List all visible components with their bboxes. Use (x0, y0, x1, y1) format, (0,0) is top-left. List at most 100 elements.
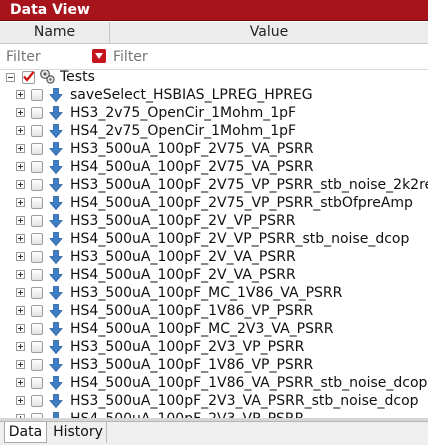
row-checkbox[interactable] (31, 287, 43, 299)
row-checkbox[interactable] (31, 251, 43, 263)
tree-row[interactable]: HS4_500uA_100pF_1V86_VA_PSRR_stb_noise_d… (0, 374, 428, 392)
down-arrow-icon (49, 196, 63, 211)
tree-row[interactable]: HS3_500uA_100pF_2V3_VP_PSRR (0, 338, 428, 356)
tree-item-label: HS3_2v75_OpenCir_1Mohm_1pF (70, 105, 297, 121)
expand-icon[interactable] (16, 270, 25, 279)
tree-row[interactable]: HS4_500uA_100pF_2V_VP_PSRR_stb_noise_dco… (0, 230, 428, 248)
filter-row (0, 45, 428, 70)
expand-icon[interactable] (16, 180, 25, 189)
row-checkbox[interactable] (31, 125, 43, 137)
tree-row[interactable]: HS3_500uA_100pF_2V_VA_PSRR (0, 248, 428, 266)
tree-root-row[interactable]: Tests (0, 70, 428, 86)
tree-item-label: HS3_500uA_100pF_2V3_VP_PSRR (70, 339, 305, 355)
filter-dropdown-icon[interactable] (92, 49, 106, 63)
expand-icon[interactable] (16, 360, 25, 369)
down-arrow-icon (49, 88, 63, 103)
name-filter-input[interactable] (2, 48, 90, 66)
tab-data[interactable]: Data (4, 422, 47, 443)
down-arrow-icon (49, 304, 63, 319)
row-checkbox[interactable] (31, 179, 43, 191)
tree-row[interactable]: HS4_500uA_100pF_MC_2V3_VA_PSRR (0, 320, 428, 338)
expand-icon[interactable] (16, 396, 25, 405)
expand-icon[interactable] (16, 108, 25, 117)
expand-icon[interactable] (16, 342, 25, 351)
down-arrow-icon (49, 286, 63, 301)
column-header-value[interactable]: Value (110, 22, 428, 43)
bottom-tab-bar: Data History (0, 421, 428, 445)
tree-row[interactable]: HS3_500uA_100pF_2V_VP_PSRR (0, 212, 428, 230)
tree-item-label: HS3_500uA_100pF_2V_VP_PSRR (70, 213, 296, 229)
row-checkbox[interactable] (31, 233, 43, 245)
expand-icon[interactable] (16, 216, 25, 225)
tab-history[interactable]: History (50, 422, 107, 443)
expand-icon[interactable] (16, 252, 25, 261)
tree-item-label: saveSelect_HSBIAS_LPREG_HPREG (70, 87, 313, 103)
tree-item-label: HS4_500uA_100pF_2V3_VP_PSRR (70, 410, 304, 418)
window-title: Data View (0, 0, 428, 21)
expand-icon[interactable] (16, 126, 25, 135)
expand-icon[interactable] (16, 378, 25, 387)
tree-item-label: HS3_500uA_100pF_MC_1V86_VA_PSRR (70, 285, 343, 301)
down-arrow-icon (49, 214, 63, 229)
tree-item-label: HS4_500uA_100pF_1V86_VA_PSRR_stb_noise_d… (70, 375, 428, 391)
down-arrow-icon (49, 106, 63, 121)
tree-row[interactable]: HS4_2v75_OpenCir_1Mohm_1pF (0, 122, 428, 140)
expand-icon[interactable] (16, 90, 25, 99)
expand-icon[interactable] (16, 324, 25, 333)
row-checkbox[interactable] (31, 341, 43, 353)
tree-item-label: HS3_500uA_100pF_2V75_VA_PSRR (70, 141, 314, 157)
row-checkbox[interactable] (31, 377, 43, 389)
tree-item-label: HS3_500uA_100pF_2V_VA_PSRR (70, 249, 296, 265)
tree-row[interactable]: HS3_500uA_100pF_MC_1V86_VA_PSRR (0, 284, 428, 302)
row-checkbox[interactable] (31, 395, 43, 407)
collapse-icon[interactable] (6, 73, 15, 82)
tree-item-label: HS3_500uA_100pF_2V75_VP_PSRR_stb_noise_2… (70, 177, 428, 193)
tree-row[interactable]: saveSelect_HSBIAS_LPREG_HPREG (0, 86, 428, 104)
down-arrow-icon (49, 160, 63, 175)
tree-item-label: HS3_500uA_100pF_1V86_VP_PSRR (70, 357, 314, 373)
row-checkbox[interactable] (31, 305, 43, 317)
down-arrow-icon (49, 394, 63, 409)
column-header-name[interactable]: Name (0, 22, 110, 43)
down-arrow-icon (49, 322, 63, 337)
row-checkbox[interactable] (31, 143, 43, 155)
tree-row[interactable]: HS4_500uA_100pF_2V75_VA_PSRR (0, 158, 428, 176)
expand-icon[interactable] (16, 288, 25, 297)
tree-row[interactable]: HS4_500uA_100pF_2V3_VP_PSRR (0, 410, 428, 418)
tree-row[interactable]: HS4_500uA_100pF_2V75_VP_PSRR_stbOfpreAmp (0, 194, 428, 212)
tree-row[interactable]: HS3_500uA_100pF_1V86_VP_PSRR (0, 356, 428, 374)
expand-icon[interactable] (16, 144, 25, 153)
tree-row[interactable]: HS3_500uA_100pF_2V3_VA_PSRR_stb_noise_dc… (0, 392, 428, 410)
down-arrow-icon (49, 250, 63, 265)
tree-row[interactable]: HS3_500uA_100pF_2V75_VP_PSRR_stb_noise_2… (0, 176, 428, 194)
expand-icon[interactable] (16, 198, 25, 207)
tree-row[interactable]: HS3_2v75_OpenCir_1Mohm_1pF (0, 104, 428, 122)
down-arrow-icon (49, 178, 63, 193)
row-checkbox[interactable] (31, 197, 43, 209)
tree-row[interactable]: HS4_500uA_100pF_1V86_VP_PSRR (0, 302, 428, 320)
expand-icon[interactable] (16, 162, 25, 171)
tree-item-label: HS4_500uA_100pF_2V_VA_PSRR (70, 267, 296, 283)
expand-icon[interactable] (16, 306, 25, 315)
column-header: Name Value (0, 22, 428, 44)
tree-item-label: HS4_2v75_OpenCir_1Mohm_1pF (70, 123, 297, 139)
row-checkbox[interactable] (31, 323, 43, 335)
root-checkbox[interactable] (22, 71, 35, 84)
value-filter-input[interactable] (109, 48, 409, 66)
row-checkbox[interactable] (31, 359, 43, 371)
row-checkbox[interactable] (31, 107, 43, 119)
expand-icon[interactable] (16, 234, 25, 243)
row-checkbox[interactable] (31, 89, 43, 101)
down-arrow-icon (49, 376, 63, 391)
tree-item-label: HS4_500uA_100pF_MC_2V3_VA_PSRR (70, 321, 334, 337)
tree-item-label: HS4_500uA_100pF_2V_VP_PSRR_stb_noise_dco… (70, 231, 410, 247)
row-checkbox[interactable] (31, 215, 43, 227)
tree-row[interactable]: HS3_500uA_100pF_2V75_VA_PSRR (0, 140, 428, 158)
tree-root-label: Tests (60, 70, 95, 85)
row-checkbox[interactable] (31, 269, 43, 281)
gear-icon (40, 70, 55, 84)
row-checkbox[interactable] (31, 161, 43, 173)
down-arrow-icon (49, 268, 63, 283)
tree-item-label: HS4_500uA_100pF_1V86_VP_PSRR (70, 303, 314, 319)
tree-row[interactable]: HS4_500uA_100pF_2V_VA_PSRR (0, 266, 428, 284)
